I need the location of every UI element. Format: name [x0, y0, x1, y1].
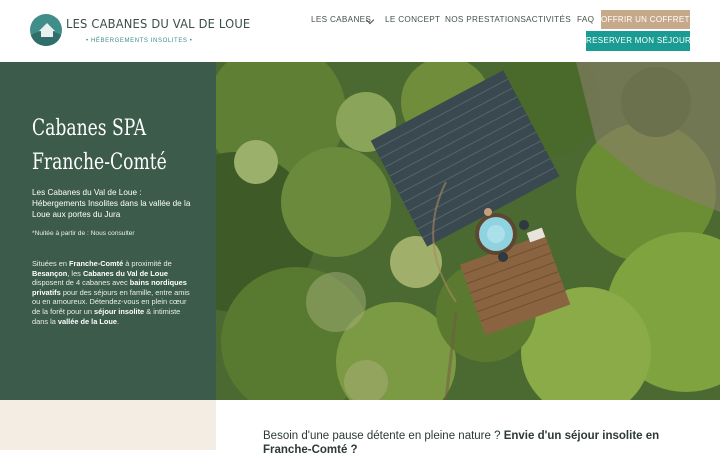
nav-item-concept[interactable]: LE CONCEPT: [385, 15, 440, 24]
description-text: .: [117, 316, 120, 326]
nav-item-faq[interactable]: FAQ: [577, 15, 594, 24]
intro-text: Besoin d'une pause détente en pleine nat…: [263, 429, 683, 457]
description-text: à proximité de: [123, 259, 172, 268]
description-highlight: Besançon: [32, 268, 68, 278]
intro-question: Besoin d'une pause détente en pleine nat…: [263, 430, 504, 442]
description-text: Situées en: [32, 259, 69, 268]
hero-title-line-2: Franche-Comté: [32, 150, 167, 175]
description-highlight: Cabanes du Val de Loue: [82, 268, 168, 278]
intro-side-band: [0, 400, 216, 450]
hero-title: Cabanes SPA Franche-Comté: [32, 112, 172, 180]
cabin-logo-icon: [30, 14, 62, 46]
hero-lead: Les Cabanes du Val de Loue : Hébergement…: [32, 188, 191, 219]
hero-title-line-1: Cabanes SPA: [32, 116, 147, 141]
intro-section: Besoin d'une pause détente en pleine nat…: [0, 400, 720, 456]
price-note: *Nuitée à partir de : Nous consulter: [32, 230, 135, 237]
hero-description: Situées en Franche-Comté à proximité de …: [32, 259, 190, 326]
description-text: , les: [67, 268, 83, 278]
description-highlight: séjour insolite: [94, 306, 145, 316]
nav-item-cabanes[interactable]: LES CABANES: [311, 15, 375, 25]
logo-title: LES CABANES DU VAL DE LOUE: [66, 16, 251, 31]
aerial-cabin-photo: [216, 62, 720, 400]
description-highlight: vallée de la Loue: [57, 316, 118, 326]
hero-section: Cabanes SPA Franche-Comté Les Cabanes du…: [0, 62, 720, 400]
gift-box-button[interactable]: OFFRIR UN COFFRET▯: [601, 10, 694, 29]
site-header: LES CABANES DU VAL DE LOUE • HÉBERGEMENT…: [0, 0, 720, 63]
description-text: disposent de 4 cabanes avec: [32, 278, 130, 288]
book-stay-button[interactable]: RESERVER MON SÉJOUR ▯: [586, 31, 698, 51]
nav-item-activites[interactable]: ACTIVITÉS: [526, 15, 571, 24]
nav-item-prestations[interactable]: NOS PRESTATIONS: [445, 15, 526, 24]
nav-item-label: LES CABANES: [311, 15, 372, 24]
description-highlight: Franche-Comté: [68, 259, 124, 268]
site-logo[interactable]: LES CABANES DU VAL DE LOUE • HÉBERGEMENT…: [30, 14, 250, 48]
hero-text-panel: Cabanes SPA Franche-Comté Les Cabanes du…: [0, 62, 216, 400]
logo-subtitle: • HÉBERGEMENTS INSOLITES •: [86, 38, 193, 44]
